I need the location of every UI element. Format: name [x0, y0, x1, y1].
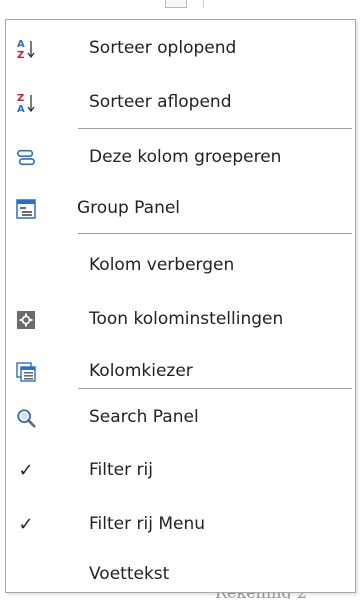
menu-item-footer[interactable]: Voettekst	[6, 548, 355, 602]
column-chooser-icon	[16, 362, 36, 382]
menu-item-sort-descending[interactable]: Z A Sorteer aflopend	[6, 76, 355, 130]
menu-item-label: Filter rij	[89, 460, 153, 480]
menu-item-label: Kolomkiezer	[89, 361, 193, 381]
sort-icon-letter-bottom: Z	[17, 50, 24, 60]
group-panel-icon	[16, 199, 36, 219]
sort-icon-letter-top: A	[17, 39, 25, 50]
menu-item-group-by-column[interactable]: Deze kolom groeperen	[6, 131, 355, 185]
menu-item-label: Toon kolominstellingen	[89, 309, 284, 329]
menu-item-group-panel[interactable]: Group Panel	[6, 182, 355, 236]
menu-item-label: Filter rij Menu	[89, 514, 206, 534]
column-settings-icon	[16, 310, 36, 330]
menu-item-filter-row[interactable]: ✓ Filter rij	[6, 444, 355, 498]
menu-item-label: Search Panel	[89, 407, 199, 427]
menu-separator	[78, 233, 352, 234]
check-icon: ✓	[18, 460, 34, 481]
menu-item-sort-ascending[interactable]: A Z Sorteer oplopend	[6, 22, 355, 76]
menu-separator	[78, 388, 352, 389]
menu-item-label: Sorteer aflopend	[89, 92, 232, 112]
column-context-menu: A Z Sorteer oplopend Z A Sorteer aflopen…	[5, 19, 356, 593]
menu-item-label: Sorteer oplopend	[89, 38, 237, 58]
menu-item-column-settings[interactable]: Toon kolominstellingen	[6, 293, 355, 347]
sort-icon-letter-top: Z	[17, 93, 24, 104]
column-header-handle	[165, 0, 187, 8]
sort-ascending-icon: A Z	[16, 39, 36, 60]
check-icon: ✓	[18, 514, 34, 535]
menu-separator	[78, 128, 352, 129]
menu-item-label: Group Panel	[77, 198, 181, 218]
menu-item-label: Voettekst	[89, 564, 170, 584]
sort-descending-icon: Z A	[16, 93, 36, 114]
menu-item-label: Deze kolom groeperen	[89, 147, 282, 167]
menu-item-filter-row-menu[interactable]: ✓ Filter rij Menu	[6, 498, 355, 552]
sort-icon-letter-bottom: A	[17, 104, 25, 114]
menu-item-hide-column[interactable]: Kolom verbergen	[6, 239, 355, 293]
group-by-column-icon	[16, 148, 36, 168]
column-divider	[203, 0, 204, 8]
search-icon	[16, 408, 36, 428]
menu-item-label: Kolom verbergen	[89, 255, 235, 275]
menu-item-search-panel[interactable]: Search Panel	[6, 391, 355, 445]
